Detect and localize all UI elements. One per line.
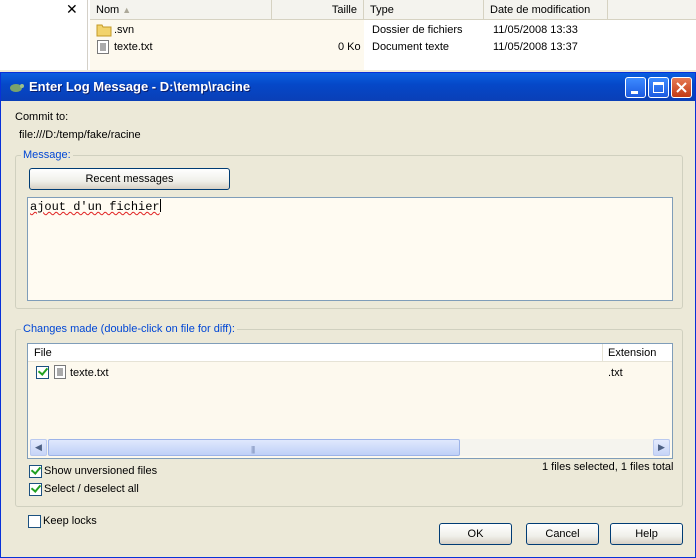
scroll-thumb[interactable]: |||: [48, 439, 460, 456]
maximize-button[interactable]: [648, 77, 669, 98]
changes-group-title: Changes made (double-click on file for d…: [21, 323, 237, 335]
changes-list[interactable]: File Extension texte.txt .txt ◀ ||| ▶: [27, 343, 673, 459]
file-column-header[interactable]: File: [34, 347, 52, 359]
explorer-window: ✕ Nom ▲ Taille Type Date de modification…: [0, 0, 696, 70]
commit-to-label: Commit to:: [15, 111, 69, 123]
select-all-label[interactable]: Select / deselect all: [44, 483, 139, 495]
text-file-icon: [54, 365, 66, 382]
cancel-button[interactable]: Cancel: [526, 523, 599, 545]
scroll-left-button[interactable]: ◀: [30, 439, 47, 456]
keep-locks-label[interactable]: Keep locks: [43, 515, 97, 527]
select-all-checkbox[interactable]: [29, 482, 42, 496]
scroll-grip: |||: [251, 445, 255, 454]
close-pane-icon[interactable]: ✕: [66, 1, 78, 18]
text-caret: [159, 199, 161, 212]
scroll-right-button[interactable]: ▶: [653, 439, 670, 456]
maximize-icon: [653, 82, 664, 93]
explorer-left-pane: ✕: [0, 0, 88, 70]
keep-locks-checkbox[interactable]: [28, 515, 41, 528]
column-header-name[interactable]: Nom ▲: [90, 0, 272, 20]
close-button[interactable]: [671, 77, 692, 98]
close-icon: [676, 82, 687, 93]
commit-url: file:///D:/temp/fake/racine: [19, 129, 141, 141]
dialog-title: Enter Log Message - D:\temp\racine: [29, 79, 251, 94]
help-button[interactable]: Help: [610, 523, 683, 545]
minimize-button[interactable]: [625, 77, 646, 98]
recent-messages-button[interactable]: Recent messages: [29, 168, 230, 190]
show-unversioned-label[interactable]: Show unversioned files: [44, 465, 157, 477]
message-textarea[interactable]: ajout d'un fichier: [27, 197, 673, 301]
explorer-column-headers: Nom ▲ Taille Type Date de modification: [90, 0, 696, 20]
column-header-size[interactable]: Taille: [272, 0, 364, 20]
show-unversioned-checkbox[interactable]: [29, 464, 42, 478]
log-message-dialog: Enter Log Message - D:\temp\racine Commi…: [0, 72, 696, 558]
file-name: texte.txt: [70, 367, 109, 379]
column-header-type[interactable]: Type: [364, 0, 484, 20]
title-bar[interactable]: Enter Log Message - D:\temp\racine: [1, 73, 695, 101]
explorer-row[interactable]: texte.txt 0 Ko Document texte 11/05/2008…: [90, 39, 696, 55]
ok-button[interactable]: OK: [439, 523, 512, 545]
minimize-icon: [631, 91, 638, 94]
column-header-date[interactable]: Date de modification: [484, 0, 608, 20]
explorer-row[interactable]: .svn Dossier de fichiers 11/05/2008 13:3…: [90, 22, 696, 38]
file-checkbox[interactable]: [36, 365, 49, 379]
message-group-title: Message:: [21, 149, 73, 161]
selection-status: 1 files selected, 1 files total: [542, 461, 674, 473]
tortoise-app-icon: [8, 80, 24, 94]
extension-column-header[interactable]: Extension: [608, 347, 656, 359]
text-file-icon: [97, 40, 109, 59]
horizontal-scrollbar[interactable]: ◀ ||| ▶: [30, 439, 670, 456]
file-extension: .txt: [608, 367, 623, 379]
list-item[interactable]: texte.txt .txt: [28, 364, 668, 382]
changes-list-header: File Extension: [28, 344, 672, 362]
message-text: ajout d'un fichier: [30, 200, 160, 214]
